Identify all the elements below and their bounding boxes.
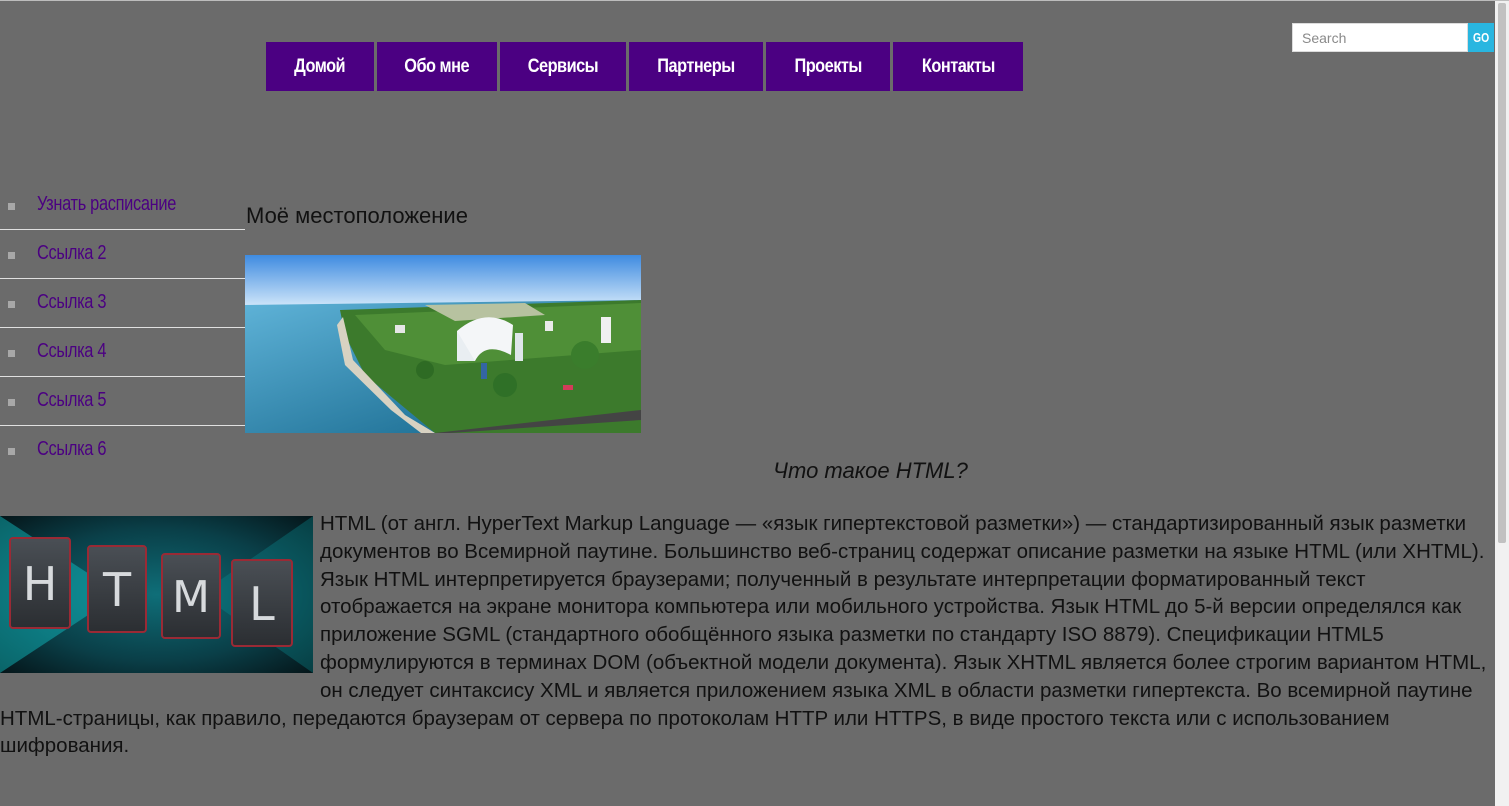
sidebar-item-link-4[interactable]: Ссылка 4 [0,328,245,377]
sidebar-item-link-5[interactable]: Ссылка 5 [0,377,245,426]
square-bullet-icon [8,301,15,308]
nav-home[interactable]: Домой [266,42,374,91]
html-description: HTML (от англ. HyperText Markup Language… [0,510,1494,760]
nav-projects[interactable]: Проекты [766,42,890,91]
sidebar-item-label[interactable]: Ссылка 3 [37,291,106,314]
nav-projects-label: Проекты [794,55,862,77]
scrollbar-thumb[interactable] [1498,3,1506,543]
nav-services[interactable]: Сервисы [500,42,626,91]
page: Домой Обо мне Сервисы Партнеры Проекты К… [0,0,1509,806]
search-go-button[interactable]: GO [1468,23,1494,52]
nav-contacts-label: Контакты [921,55,995,77]
sidebar-menu: Узнать расписание Ссылка 2 Ссылка 3 Ссыл… [0,181,245,475]
sidebar-item-label[interactable]: Ссылка 4 [37,340,106,363]
sidebar-item-label[interactable]: Узнать расписание [37,193,176,216]
square-bullet-icon [8,252,15,259]
nav-about[interactable]: Обо мне [377,42,497,91]
page-scrollbar[interactable] [1495,1,1509,806]
square-bullet-icon [8,448,15,455]
search-go-label: GO [1472,30,1490,45]
nav-about-label: Обо мне [404,55,470,77]
section-title: Что такое HTML? [773,458,968,483]
sidebar-item-label[interactable]: Ссылка 5 [37,389,106,412]
square-bullet-icon [8,203,15,210]
sidebar-item-link-2[interactable]: Ссылка 2 [0,230,245,279]
nav-services-label: Сервисы [527,55,599,77]
nav-partners-label: Партнеры [657,55,735,77]
sidebar-item-link-3[interactable]: Ссылка 3 [0,279,245,328]
square-bullet-icon [8,350,15,357]
sidebar-item-schedule[interactable]: Узнать расписание [0,181,245,230]
nav-home-label: Домой [294,55,346,77]
nav-contacts[interactable]: Контакты [893,42,1023,91]
top-nav: Домой Обо мне Сервисы Партнеры Проекты К… [266,42,1023,91]
sidebar-item-label[interactable]: Ссылка 2 [37,242,106,265]
search-box: GO [1292,23,1494,52]
location-photo [245,255,641,433]
search-input[interactable] [1292,23,1468,52]
coastline-image [245,255,641,433]
nav-partners[interactable]: Партнеры [629,42,763,91]
location-heading: Моё местоположение [246,203,468,228]
square-bullet-icon [8,399,15,406]
